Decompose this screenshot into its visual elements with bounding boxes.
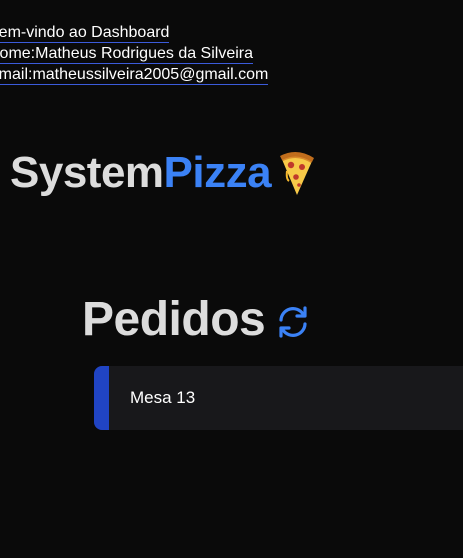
orders-title: Pedidos: [82, 293, 266, 346]
welcome-line: Bem-vindo ao Dashboard: [0, 22, 268, 43]
user-info: Bem-vindo ao Dashboard Nome:Matheus Rodr…: [0, 22, 269, 85]
orders-header: Pedidos: [82, 292, 311, 347]
user-email-line: Email:matheussilveira2005@gmail.com: [0, 64, 269, 85]
pizza-slice-icon: [275, 149, 317, 197]
logo-system-text: System: [10, 148, 164, 197]
user-name-text: Nome:Matheus Rodrigues da Silveira: [0, 45, 254, 64]
welcome-text: Bem-vindo ao Dashboard: [0, 24, 170, 43]
order-item[interactable]: Mesa 13: [94, 366, 463, 430]
user-name-line: Nome:Matheus Rodrigues da Silveira: [0, 43, 268, 64]
refresh-icon[interactable]: [275, 304, 311, 340]
order-item-label: Mesa 13: [130, 388, 196, 407]
logo-pizza-text: Pizza: [163, 148, 272, 197]
order-item-accent: [94, 366, 109, 430]
app-logo: System Pizza: [10, 148, 317, 198]
user-email-text: Email:matheussilveira2005@gmail.com: [0, 66, 269, 85]
